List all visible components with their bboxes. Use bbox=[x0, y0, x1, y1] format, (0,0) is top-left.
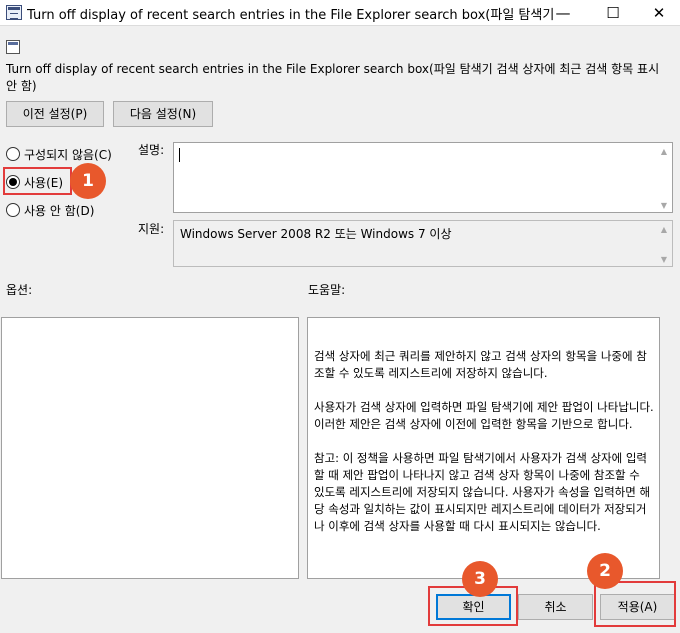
help-label: 도움말: bbox=[308, 283, 346, 297]
policy-setting-icon bbox=[6, 40, 20, 54]
minimize-button[interactable]: — bbox=[540, 0, 586, 26]
radio-disabled[interactable]: 사용 안 함(D) bbox=[6, 202, 94, 222]
options-label: 옵션: bbox=[6, 283, 33, 297]
radio-not-configured[interactable]: 구성되지 않음(C) bbox=[6, 146, 112, 166]
supported-label: 지원: bbox=[138, 222, 165, 236]
help-paragraph: 사용자가 검색 상자에 입력하면 파일 탐색기에 제안 팝업이 나타납니다. 이… bbox=[314, 400, 654, 431]
comment-textbox[interactable]: ▲ ▼ bbox=[173, 142, 673, 213]
close-button[interactable]: ✕ bbox=[636, 0, 680, 26]
help-pane[interactable]: 검색 상자에 최근 쿼리를 제안하지 않고 검색 상자의 항목을 나중에 참조할… bbox=[307, 317, 660, 579]
policy-title: Turn off display of recent search entrie… bbox=[6, 62, 660, 93]
maximize-button[interactable]: ☐ bbox=[590, 0, 636, 26]
scroll-down-icon[interactable]: ▼ bbox=[657, 255, 671, 264]
step-badge-3: 3 bbox=[462, 561, 498, 597]
previous-setting-button[interactable]: 이전 설정(P) bbox=[6, 101, 104, 127]
comment-label: 설명: bbox=[138, 143, 165, 157]
help-paragraph: 참고: 이 정책을 사용하면 파일 탐색기에서 사용자가 검색 상자에 입력할 … bbox=[314, 451, 651, 533]
text-caret bbox=[179, 148, 180, 162]
supported-value: Windows Server 2008 R2 또는 Windows 7 이상 bbox=[180, 227, 452, 241]
policy-window-icon bbox=[6, 5, 22, 20]
help-paragraph: 검색 상자에 최근 쿼리를 제안하지 않고 검색 상자의 항목을 나중에 참조할… bbox=[314, 349, 647, 380]
step-badge-2: 2 bbox=[587, 553, 623, 589]
next-setting-button[interactable]: 다음 설정(N) bbox=[113, 101, 213, 127]
scroll-up-icon[interactable]: ▲ bbox=[657, 147, 671, 156]
help-text: 검색 상자에 최근 쿼리를 제안하지 않고 검색 상자의 항목을 나중에 참조할… bbox=[314, 348, 654, 535]
options-pane[interactable] bbox=[1, 317, 299, 579]
supported-on-box: Windows Server 2008 R2 또는 Windows 7 이상 ▲… bbox=[173, 220, 673, 267]
title-bar[interactable]: Turn off display of recent search entrie… bbox=[0, 0, 680, 26]
scroll-up-icon[interactable]: ▲ bbox=[657, 225, 671, 234]
highlight-enabled-radio bbox=[3, 167, 72, 195]
radio-circle[interactable] bbox=[6, 203, 20, 217]
cancel-button[interactable]: 취소 bbox=[518, 594, 593, 620]
scroll-down-icon[interactable]: ▼ bbox=[657, 201, 671, 210]
window-title: Turn off display of recent search entrie… bbox=[27, 8, 557, 23]
step-badge-1: 1 bbox=[70, 163, 106, 199]
radio-circle[interactable] bbox=[6, 147, 20, 161]
